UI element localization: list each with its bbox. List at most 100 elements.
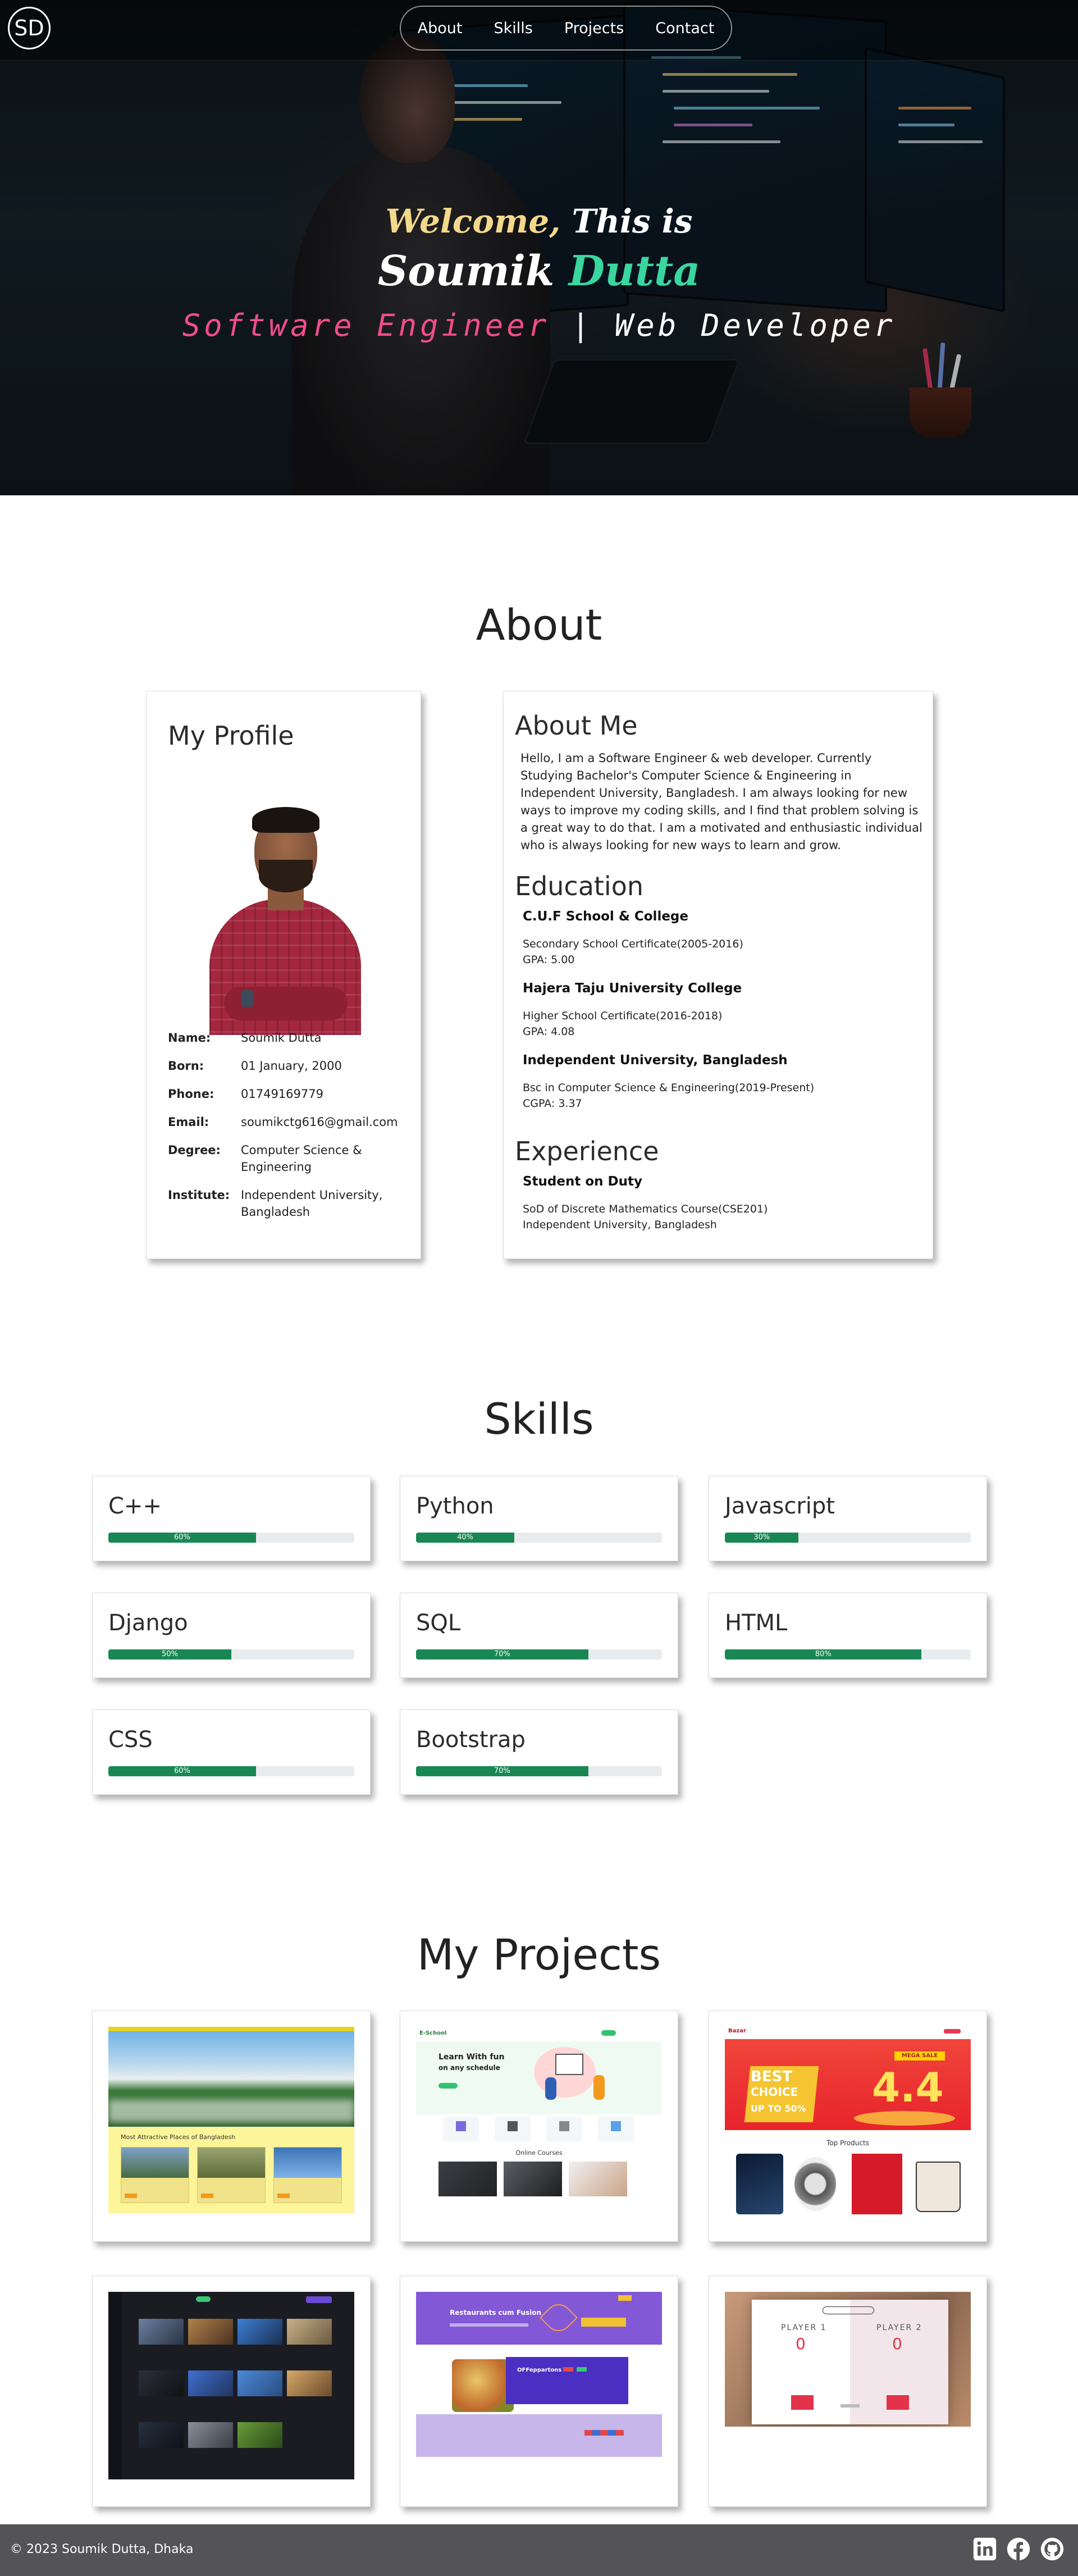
thumb-section: Online Courses [515,2149,563,2156]
hero-role-separator: | [550,308,615,343]
hero-this-is: This is [560,202,693,240]
skill-progress-fill: 60% [108,1766,256,1776]
thumb-player-2: PLAYER 2 [876,2323,922,2332]
thumb-tile [237,2370,282,2396]
photo-hair [252,807,319,833]
thumb-current-2 [887,2395,909,2410]
thumb-fog [108,2100,354,2122]
profile-card-heading: My Profile [168,721,294,751]
thumb-promo-box [506,2357,628,2404]
education-detail: Secondary School Certificate(2005-2016) [523,938,743,950]
skill-progress-fill: 70% [416,1649,588,1659]
hero-last-name: Dutta [568,247,701,295]
hero-first-name: Soumik [377,247,569,295]
thumb-hero-sub [450,2323,528,2327]
skill-progress-fill: 60% [108,1533,256,1543]
nav-link-projects[interactable]: Projects [564,20,624,37]
hero-welcome-word: Welcome, [385,202,561,240]
education-heading: Education [515,871,644,901]
skill-progress-fill: 40% [416,1533,515,1543]
thumb-course [504,2162,562,2196]
nav-link-about[interactable]: About [418,20,463,37]
nav-link-contact[interactable]: Contact [655,20,714,37]
thumb-product-phone [736,2154,783,2214]
skill-card-sql: SQL 70% [400,1593,678,1678]
github-icon[interactable] [1040,2537,1065,2561]
thumb-player-1: PLAYER 1 [781,2323,827,2332]
thumb-offer-1: BEST [751,2068,793,2085]
site-logo[interactable]: SD [8,7,51,49]
skill-card-django: Django 50% [92,1593,371,1678]
experience-heading: Experience [515,1136,659,1166]
thumb-feature [495,2117,531,2141]
skill-name: Javascript [725,1493,835,1519]
skill-progress-fill: 70% [416,1766,588,1776]
hero-role-software-engineer: Software Engineer [182,308,550,343]
education-gpa: GPA: 4.08 [523,1025,575,1038]
skill-progress-track: 80% [725,1649,971,1659]
skill-progress-track: 70% [416,1766,662,1776]
thumb-footer [416,2414,662,2457]
thumb-tile [188,2370,233,2396]
profile-value: Soumik Dutta [241,1031,322,1045]
thumb-tile [188,2319,233,2345]
project-thumbnail: PLAYER 1 PLAYER 2 0 0 [725,2292,971,2427]
project-card-dice-game[interactable]: PLAYER 1 PLAYER 2 0 0 [709,2276,987,2507]
skill-name: Python [416,1493,494,1519]
photo-watch [241,990,253,1007]
thumb-offer-2: CHOICE [751,2085,798,2099]
thumb-headline: Learn With fun [438,2053,505,2062]
project-card-eschool[interactable]: E-School Learn With fun on any schedule … [400,2010,678,2242]
project-card-tourism[interactable]: Most Attractive Places of Bangladesh [92,2010,371,2242]
thumb-product-shoe [852,2154,902,2214]
profile-photo [196,792,373,1035]
experience-institution: Independent University, Bangladesh [523,1219,717,1231]
thumb-offer-3: UP TO 50% [751,2103,806,2114]
thumb-score-2: 0 [892,2335,902,2353]
skill-progress-track: 60% [108,1533,354,1543]
about-me-card: About Me Hello, I am a Software Engineer… [503,691,933,1259]
thumb-place-card [197,2147,266,2203]
profile-card: My Profile Name: Soumik Dutta Born: 01 J… [146,691,421,1259]
skill-card-bootstrap: Bootstrap 70% [400,1709,678,1795]
profile-label: Degree: [168,1143,221,1157]
thumb-sale-badge: MEGA SALE [894,2051,945,2060]
thumb-podium [854,2111,955,2126]
project-thumbnail: Restaurants cum Fusion OFFeppartons [416,2292,662,2460]
thumb-score-1: 0 [796,2335,806,2353]
thumb-promo-text: OFFeppartons [517,2367,562,2373]
skill-name: Django [108,1610,188,1636]
thumb-hero-title: Restaurants cum Fusion [450,2309,542,2317]
education-detail: Higher School Certificate(2016-2018) [523,1010,723,1022]
profile-value: Computer Science & Engineering [241,1143,362,1174]
skill-progress-fill: 50% [108,1649,231,1659]
thumb-current-1 [791,2395,814,2410]
linkedin-icon[interactable] [972,2537,997,2561]
thumb-tile [237,2319,282,2345]
education-school-title: Hajera Taju University College [523,981,742,996]
thumb-feature [443,2117,479,2141]
project-card-bazar[interactable]: Bazar MEGA SALE BEST CHOICE UP TO 50% 4.… [709,2010,987,2242]
about-me-text: Hello, I am a Software Engineer & web de… [520,751,922,852]
thumb-nav-btn [944,2029,961,2034]
project-card-dashboard[interactable] [92,2276,371,2507]
profile-value: Independent University, Bangladesh [241,1188,383,1219]
thumb-feature [598,2117,634,2141]
navbar: SD About Skills Projects Contact [0,0,1078,61]
facebook-icon[interactable] [1006,2537,1031,2561]
nav-link-skills[interactable]: Skills [494,20,532,37]
project-thumbnail: E-School Learn With fun on any schedule … [416,2027,662,2218]
thumb-illustration-board [555,2054,583,2075]
education-detail: Bsc in Computer Science & Engineering(20… [523,1082,815,1094]
project-thumbnail [108,2292,354,2479]
thumb-button [306,2296,332,2303]
thumb-hero-button [581,2318,626,2327]
skill-card-python: Python 40% [400,1476,678,1561]
thumb-banner-text: Most Attractive Places of Bangladesh [121,2133,236,2141]
thumb-hold-button [841,2404,860,2408]
thumb-logo: Bazar [728,2028,746,2034]
education-school-title: Independent University, Bangladesh [523,1053,788,1068]
project-card-restaurant[interactable]: Restaurants cum Fusion OFFeppartons [400,2276,678,2507]
skill-card-css: CSS 60% [92,1709,371,1795]
skill-card-cpp: C++ 60% [92,1476,371,1561]
